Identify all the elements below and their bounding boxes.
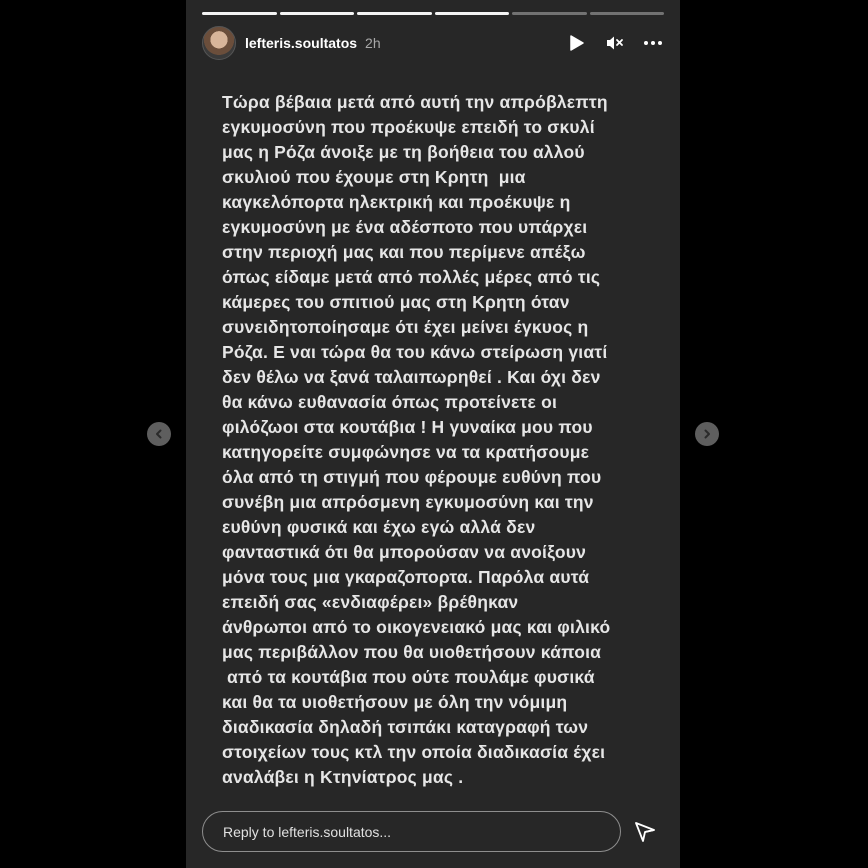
story-text-line: συνειδητοποίησαμε ότι έχει μείνει έγκυος… xyxy=(222,317,589,337)
story-text-line: μας η Ρόζα άνοιξε με τη βοήθεια του αλλο… xyxy=(222,142,585,162)
story-text-line: αναλάβει η Κτηνίατρος μας . xyxy=(222,767,464,787)
story-text-line: επειδή σας «ενδιαφέρει» βρέθηκαν xyxy=(222,592,519,612)
story-text-line: θα κάνω ευθανασία όπως προτείνετε οι xyxy=(222,392,558,412)
send-icon[interactable] xyxy=(633,820,657,844)
progress-segment xyxy=(434,12,509,15)
story-text-line: διαδικασία δηλαδή τσιπάκι καταγραφή των xyxy=(222,717,589,737)
story-text-line: όπως είδαμε μετά από πολλές μέρες από τι… xyxy=(222,267,601,287)
story-text-line: εγκυμοσύνη με ένα αδέσποτο που υπάρχει xyxy=(222,217,588,237)
reply-placeholder: Reply to lefteris.soultatos... xyxy=(223,823,392,840)
progress-segment xyxy=(589,12,664,15)
story-text-line: δεν θέλω να ξανά ταλαιπωρηθεί . Και όχι … xyxy=(222,367,601,387)
progress-segment xyxy=(357,12,432,15)
story-text-line: συνέβη μια απρόσμενη εγκυμοσύνη και την xyxy=(222,492,594,512)
story-progress-bar xyxy=(202,12,664,15)
username[interactable]: lefteris.soultatos xyxy=(245,35,357,51)
progress-segment xyxy=(202,12,277,15)
story-text-line: Τώρα βέβαια μετά από αυτή την απρόβλεπτη xyxy=(222,92,608,112)
story-text-line: στοιχείων τους κτλ την οποία διαδικασία … xyxy=(222,742,606,762)
mute-icon[interactable] xyxy=(604,32,626,54)
story-text-line: φιλόζωοι στα κουτάβια ! Η γυναίκα μου πο… xyxy=(222,417,593,437)
story-text-line: από τα κουτάβια που ούτε πουλάμε φυσικά xyxy=(222,667,595,687)
more-icon[interactable] xyxy=(642,32,664,54)
story-text-line: μόνα τους μια γκαραζοπορτα. Παρόλα αυτά xyxy=(222,567,590,587)
story-text-line: όλα από τη στιγμή που φέρουμε ευθύνη που xyxy=(222,467,602,487)
story-text-line: φανταστικά ότι θα μπορούσαν να ανοίξουν xyxy=(222,542,587,562)
play-icon[interactable] xyxy=(566,32,588,54)
progress-segment xyxy=(512,12,587,15)
story-text-line: στην περιοχή μας και που περίμενε απέξω xyxy=(222,242,586,262)
story-viewer: lefteris.soultatos 2h Τώρα βέβαια μετά α… xyxy=(186,0,680,868)
story-text: Τώρα βέβαια μετά από αυτή την απρόβλεπτη… xyxy=(222,90,652,790)
progress-segment xyxy=(279,12,354,15)
chevron-left-icon[interactable] xyxy=(147,422,171,446)
reply-input[interactable]: Reply to lefteris.soultatos... xyxy=(202,811,621,852)
chevron-right-icon[interactable] xyxy=(695,422,719,446)
avatar[interactable] xyxy=(202,26,236,60)
timestamp: 2h xyxy=(365,35,381,51)
story-text-line: Ρόζα. Ε ναι τώρα θα του κάνω στείρωση γι… xyxy=(222,342,608,362)
story-text-line: εγκυμοσύνη που προέκυψε επειδή το σκυλί xyxy=(222,117,595,137)
story-text-line: και θα τα υιοθετήσουν με όλη την νόμιμη xyxy=(222,692,568,712)
story-text-line: κατηγορείτε συμφώνησε να τα κρατήσουμε xyxy=(222,442,590,462)
story-text-line: καγκελόπορτα ηλεκτρική και προέκυψε η xyxy=(222,192,571,212)
story-text-line: άνθρωποι από το οικογενειακό μας και φιλ… xyxy=(222,617,611,637)
story-text-line: σκυλιού που έχουμε στη Κρητη μια xyxy=(222,167,526,187)
story-header: lefteris.soultatos 2h xyxy=(202,26,664,60)
story-text-line: ευθύνη φυσικά και έχω εγώ αλλά δεν xyxy=(222,517,536,537)
story-text-line: κάμερες του σπιτιού μας στη Κρητη όταν xyxy=(222,292,570,312)
story-text-line: μας περιβάλλον που θα υιοθετήσουν κάποια xyxy=(222,642,602,662)
